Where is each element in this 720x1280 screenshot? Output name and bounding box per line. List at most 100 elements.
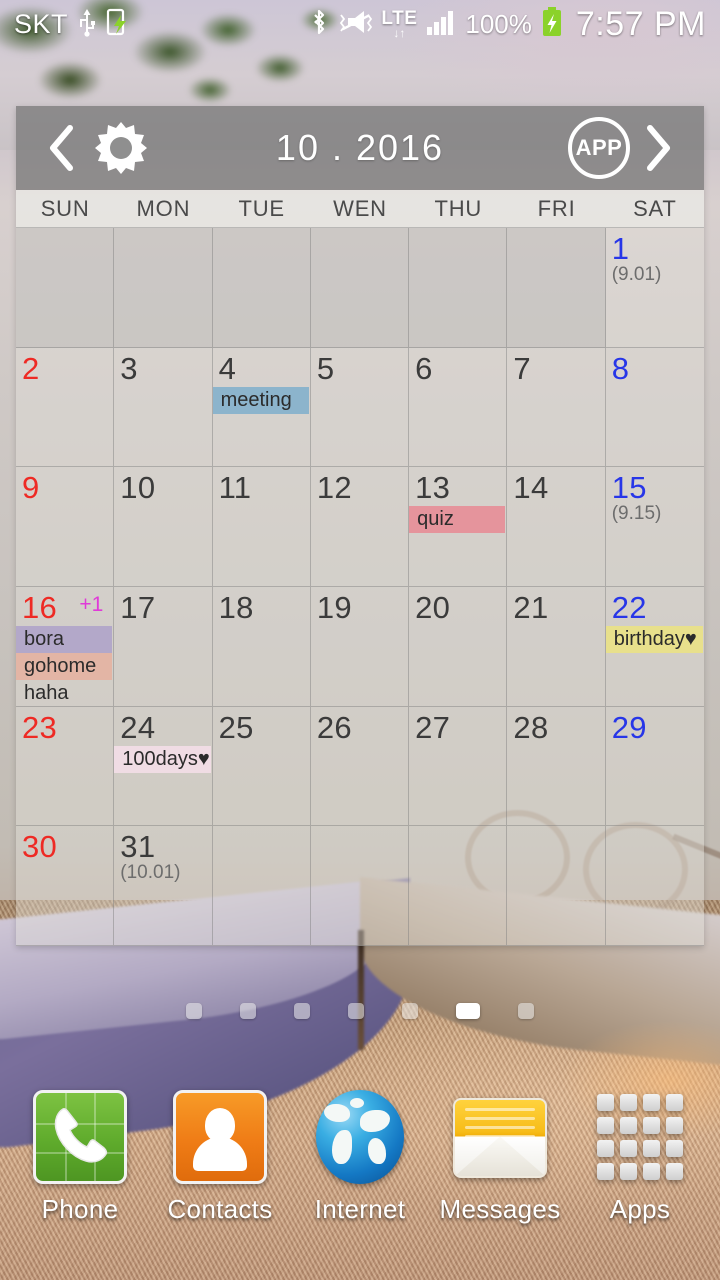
event-list: 100days♥ <box>114 745 211 773</box>
calendar-day-31[interactable]: 31 (10.01) <box>114 826 213 946</box>
calendar-day-13[interactable]: 13 quiz <box>409 467 508 587</box>
calendar-event[interactable]: bora <box>16 625 113 653</box>
app-button[interactable]: APP <box>568 117 630 179</box>
calendar-day-20[interactable]: 20 <box>409 586 508 707</box>
calendar-day-16[interactable]: +1 16 bora gohome haha <box>16 586 115 707</box>
calendar-title[interactable]: 10 . 2016 <box>152 127 568 169</box>
calendar-day-3[interactable]: 3 <box>114 347 213 468</box>
calendar-day-21[interactable]: 21 <box>507 586 606 707</box>
dock-item-messages[interactable]: Messages <box>436 1090 564 1225</box>
lunar-date-label: (10.01) <box>120 862 181 884</box>
calendar-day-27[interactable]: 27 <box>409 706 508 827</box>
calendar-day-empty <box>507 228 606 348</box>
calendar-day-2[interactable]: 2 <box>16 347 115 468</box>
day-number: 3 <box>120 350 138 386</box>
event-list: bora gohome haha <box>16 625 113 706</box>
calendar-day-25[interactable]: 25 <box>212 706 311 827</box>
calendar-day-30[interactable]: 30 <box>16 826 115 946</box>
page-dot[interactable] <box>348 1003 364 1019</box>
day-number: 9 <box>22 470 40 506</box>
calendar-event[interactable]: meeting <box>212 386 309 414</box>
calendar-event[interactable]: gohome <box>16 652 113 680</box>
calendar-day-24[interactable]: 24 100days♥ <box>114 706 213 827</box>
day-number: 31 <box>120 829 156 865</box>
page-dot[interactable] <box>402 1003 418 1019</box>
calendar-day-14[interactable]: 14 <box>507 467 606 587</box>
day-number: 10 <box>120 470 156 506</box>
calendar-day-10[interactable]: 10 <box>114 467 213 587</box>
dock-item-internet[interactable]: Internet <box>296 1090 424 1225</box>
calendar-day-19[interactable]: 19 <box>310 586 410 707</box>
day-number: 17 <box>120 589 156 625</box>
calendar-event[interactable]: 100days♥ <box>114 745 211 773</box>
app-button-label: APP <box>575 135 623 160</box>
calendar-day-17[interactable]: 17 <box>114 586 213 707</box>
calendar-event[interactable]: haha <box>16 680 112 706</box>
calendar-day-empty <box>310 826 410 946</box>
calendar-day-28[interactable]: 28 <box>507 706 606 827</box>
dock-item-apps[interactable]: Apps <box>576 1090 704 1225</box>
calendar-day-9[interactable]: 9 <box>16 467 115 587</box>
calendar-day-empty <box>212 228 311 348</box>
day-of-week-header: SUN MON TUE WEN THU FRI SAT <box>16 190 704 228</box>
day-number: 29 <box>611 709 647 745</box>
day-number: 26 <box>316 709 352 745</box>
day-number: 25 <box>218 709 254 745</box>
dock-label-phone: Phone <box>41 1194 119 1224</box>
day-number: 7 <box>513 350 531 386</box>
calendar-day-11[interactable]: 11 <box>212 467 311 587</box>
calendar-day-empty <box>310 228 410 348</box>
event-list: quiz <box>409 506 506 534</box>
day-number: 19 <box>316 589 352 625</box>
vibrate-mute-icon <box>338 7 373 42</box>
calendar-day-18[interactable]: 18 <box>212 586 311 707</box>
status-bar[interactable]: SKT LTE ↓↑ 100% 7:57 PM <box>0 0 720 48</box>
page-indicator[interactable] <box>0 1000 720 1022</box>
calendar-day-5[interactable]: 5 <box>310 347 410 468</box>
globe-icon <box>313 1090 407 1184</box>
next-month-button[interactable] <box>630 118 686 178</box>
calendar-day-7[interactable]: 7 <box>507 347 606 468</box>
calendar-day-23[interactable]: 23 <box>16 706 115 827</box>
day-number: 15 <box>611 470 647 506</box>
battery-percent-label: 100% <box>465 8 532 39</box>
calendar-event[interactable]: quiz <box>409 506 506 534</box>
calendar-day-29[interactable]: 29 <box>605 707 704 827</box>
page-dot[interactable] <box>518 1003 534 1019</box>
calendar-day-empty <box>409 228 508 348</box>
calendar-day-12[interactable]: 12 <box>310 467 410 587</box>
prev-month-button[interactable] <box>34 118 90 178</box>
envelope-icon <box>453 1090 547 1184</box>
calendar-grid[interactable]: 1 (9.01) 2 3 4 meeting 5 6 7 8 9 10 11 12 13 quiz 14 15 (9… <box>16 228 704 946</box>
calendar-day-22[interactable]: 22 birthday♥ <box>605 587 704 707</box>
bluetooth-icon <box>309 7 329 42</box>
calendar-day-4[interactable]: 4 meeting <box>212 347 311 468</box>
day-number: 5 <box>316 350 335 386</box>
calendar-day-empty <box>605 826 704 946</box>
day-number: 6 <box>415 350 433 386</box>
calendar-day-26[interactable]: 26 <box>310 706 410 827</box>
clock-label: 7:57 PM <box>575 4 706 43</box>
calendar-day-15[interactable]: 15 (9.15) <box>605 467 704 587</box>
dock-item-contacts[interactable]: Contacts <box>156 1090 284 1225</box>
calendar-day-1[interactable]: 1 (9.01) <box>605 228 704 348</box>
calendar-day-8[interactable]: 8 <box>605 348 704 468</box>
dock-item-phone[interactable]: Phone <box>16 1090 144 1225</box>
day-number: 1 <box>611 231 630 266</box>
calendar-event[interactable]: birthday♥ <box>605 625 703 653</box>
page-dot[interactable] <box>240 1003 256 1019</box>
day-number: 11 <box>218 470 252 506</box>
gear-icon[interactable] <box>90 117 152 179</box>
page-dot[interactable] <box>294 1003 310 1019</box>
status-bar-right: LTE ↓↑ 100% 7:57 PM <box>309 5 706 44</box>
dow-label-wen: WEN <box>333 195 387 221</box>
page-dot-active[interactable] <box>456 1003 480 1019</box>
calendar-widget[interactable]: 10 . 2016 APP SUN MON TUE WEN THU FRI SAT 1 (9.… <box>16 106 704 946</box>
lte-icon: LTE ↓↑ <box>381 8 418 40</box>
calendar-day-6[interactable]: 6 <box>409 347 508 468</box>
wallpaper-book-spine <box>358 930 364 1050</box>
page-dot[interactable] <box>186 1003 202 1019</box>
day-number: 4 <box>218 350 237 386</box>
day-number: 30 <box>22 829 58 865</box>
contacts-icon <box>173 1090 267 1184</box>
